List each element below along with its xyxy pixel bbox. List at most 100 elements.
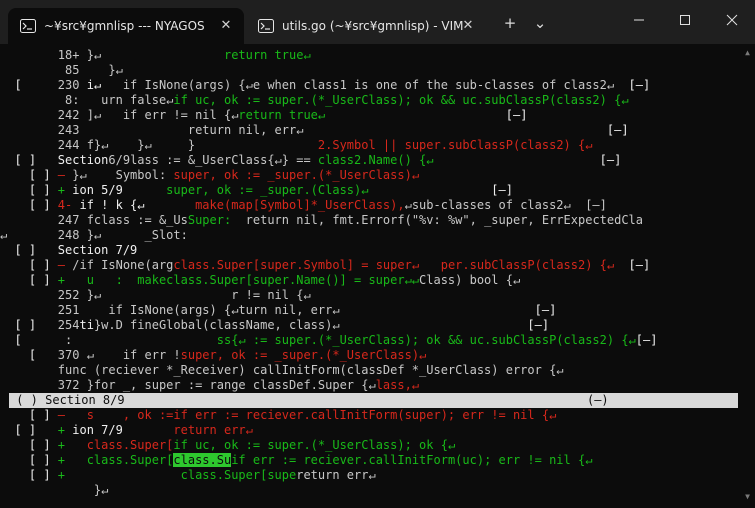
terminal-line: [ ] – }↵ Symbol: super, ok := _super.(*_… bbox=[0, 168, 419, 183]
scroll-up-icon[interactable]: ▲ bbox=[740, 46, 755, 60]
terminal-text: [ ] bbox=[0, 318, 58, 332]
terminal-line: 243 return nil, err↵ [–] bbox=[0, 123, 629, 138]
new-tab-button[interactable]: + bbox=[498, 12, 522, 34]
terminal-line: [ ] Section6/9lass := &_UserClass{↵} == … bbox=[0, 153, 621, 168]
terminal-text: }↵ bbox=[57, 483, 109, 497]
terminal-text: }↵ bbox=[86, 48, 224, 62]
terminal-text: class.Super[ bbox=[72, 453, 174, 467]
tab-vim[interactable]: utils.go (~¥src¥gmnlisp) - VIM ✕ bbox=[246, 8, 486, 44]
terminal-text: ↵ if err ! bbox=[86, 348, 181, 362]
terminal-text: u : makeclass.Super[super.Name()] = supe… bbox=[72, 273, 420, 287]
terminal-text: 247 bbox=[57, 213, 87, 227]
terminal-text: class2.Name() {↵ bbox=[317, 153, 434, 167]
terminal-line: ↵ 248 }↵ _Slot: bbox=[0, 228, 188, 243]
terminal-text: i↵ bbox=[86, 78, 123, 92]
close-tab-icon[interactable]: ✕ bbox=[218, 18, 234, 34]
terminal-text: 248 bbox=[57, 228, 87, 242]
terminal-text: 242 bbox=[57, 108, 87, 122]
terminal-text: [ ] bbox=[0, 423, 58, 437]
terminal-text: 2.Symbol || super.subClassP(class2) {↵ bbox=[317, 138, 593, 152]
close-tab-icon[interactable]: ✕ bbox=[460, 18, 476, 34]
terminal-line: }↵ bbox=[0, 483, 108, 498]
terminal-text: if IsNone(args) {↵e when class1 is one o… bbox=[122, 78, 615, 92]
terminal-line: [ ] + class.Super[supereturn err↵ bbox=[0, 468, 376, 483]
terminal-text: super, ok := _super.(*_UserClass)↵ bbox=[180, 348, 427, 362]
terminal-text: [–] bbox=[433, 153, 622, 167]
scroll-down-icon[interactable]: ▼ bbox=[740, 490, 755, 504]
terminal-text: if ! k {↵ bbox=[79, 198, 196, 212]
tab-nyagos[interactable]: ~¥src¥gmnlisp --- NYAGOS ✕ bbox=[8, 8, 244, 44]
minimize-icon bbox=[634, 19, 644, 21]
terminal-text: [ ] bbox=[0, 168, 58, 182]
terminal-text: } bbox=[187, 138, 318, 152]
terminal-line: 85 }↵ bbox=[0, 63, 123, 78]
terminal-text: 4- bbox=[57, 198, 80, 212]
cursor-highlight: class.Su bbox=[173, 453, 232, 467]
terminal-line: [ : ss{↵ := super.(*_UserClass); ok && u… bbox=[0, 333, 657, 348]
terminal-text: return true↵ bbox=[223, 48, 311, 62]
terminal-line: 8: urn false↵if uc, ok := super.(*_UserC… bbox=[0, 93, 629, 108]
terminal-output[interactable]: 18+ }↵ return true↵ 85 }↵ [ 230 i↵ if Is… bbox=[0, 48, 740, 508]
terminal-line: 18+ }↵ return true↵ bbox=[0, 48, 311, 63]
terminal-text: ion 5/9 bbox=[72, 183, 167, 197]
terminal-text: }↵ Symbol: bbox=[72, 168, 174, 182]
terminal-line: 247 fclass := &_UsSuper: return nil, fmt… bbox=[0, 213, 643, 228]
terminal-line: 251 if IsNone(args) {↵turn nil, err↵ [–] bbox=[0, 303, 557, 318]
terminal-text: 6/9 bbox=[108, 153, 131, 167]
terminal-text: class.Super[super.Symbol] = super↵ bbox=[173, 258, 441, 272]
terminal-line: [ 370 ↵ if err !super, ok := _super.(*_U… bbox=[0, 348, 426, 363]
terminal-text: Class) bool {↵ bbox=[419, 273, 521, 287]
terminal-text: make(map[Symbol]*_UserClass), bbox=[195, 198, 405, 212]
terminal-text: + bbox=[57, 183, 73, 197]
terminal-text: [–] bbox=[325, 108, 528, 122]
terminal-text: [ ] bbox=[0, 408, 58, 422]
terminal-text: if uc, ok := super.(*_UserClass); ok {↵ bbox=[173, 438, 456, 452]
terminal-text: }w.D fineGlobal(className, class)↵ bbox=[93, 318, 340, 332]
terminal-text: 244 bbox=[57, 138, 87, 152]
terminal-text: Section 7/9 bbox=[57, 243, 138, 257]
terminal-text: 85 bbox=[57, 63, 87, 77]
terminal-line: [ ] + ion 5/9 super, ok := _super.(Class… bbox=[0, 183, 513, 198]
terminal-text: : bbox=[57, 333, 80, 347]
minimize-button[interactable] bbox=[616, 0, 662, 40]
terminal-text: lass,↵ bbox=[375, 378, 420, 392]
tab-title: utils.go (~¥src¥gmnlisp) - VIM bbox=[282, 19, 464, 33]
terminal-text: [ ] bbox=[0, 258, 58, 272]
terminal-text: ss{↵ := super.(*_UserClass); ok && uc.su… bbox=[79, 333, 636, 347]
terminal-text: [–] bbox=[368, 183, 513, 197]
terminal-line: [ ] + class.Super[class.Suif err := reci… bbox=[0, 453, 592, 468]
terminal-text: 254 bbox=[57, 318, 80, 332]
terminal-text: [ bbox=[0, 333, 58, 347]
terminal-text: [ ] bbox=[0, 198, 58, 212]
terminal-line: 242 ]↵ if err != nil {↵return true↵ [–] bbox=[0, 108, 528, 123]
terminal-text: – bbox=[57, 168, 73, 182]
terminal-icon bbox=[258, 19, 274, 33]
terminal-text: [–] bbox=[339, 318, 550, 332]
terminal-text: + bbox=[57, 423, 73, 437]
terminal-text: return nil, fmt.Errorf("%v: %w", _super,… bbox=[245, 213, 644, 227]
scrollbar[interactable]: ▲ ▼ bbox=[740, 44, 755, 508]
terminal-text: }↵ bbox=[86, 63, 123, 77]
terminal-text: ti bbox=[79, 318, 94, 332]
close-window-button[interactable] bbox=[709, 0, 755, 40]
terminal-text: 230 bbox=[57, 78, 87, 92]
terminal-text: }for _, super := range classDef.Super {↵ bbox=[86, 378, 376, 392]
terminal-text: return err↵ bbox=[296, 468, 376, 482]
terminal-text: Section bbox=[57, 153, 109, 167]
tab-dropdown-button[interactable]: ⌄ bbox=[528, 12, 552, 34]
terminal-text: [ ] bbox=[0, 183, 58, 197]
terminal-line: [ ] Section 7/9 bbox=[0, 243, 137, 258]
maximize-button[interactable] bbox=[662, 0, 708, 40]
terminal-text: 252 bbox=[57, 288, 87, 302]
terminal-line: [ ] – /if IsNone(argclass.Super[super.Sy… bbox=[0, 258, 650, 273]
terminal-text: + bbox=[57, 453, 73, 467]
terminal-line: 372 }for _, super := range classDef.Supe… bbox=[0, 378, 419, 393]
